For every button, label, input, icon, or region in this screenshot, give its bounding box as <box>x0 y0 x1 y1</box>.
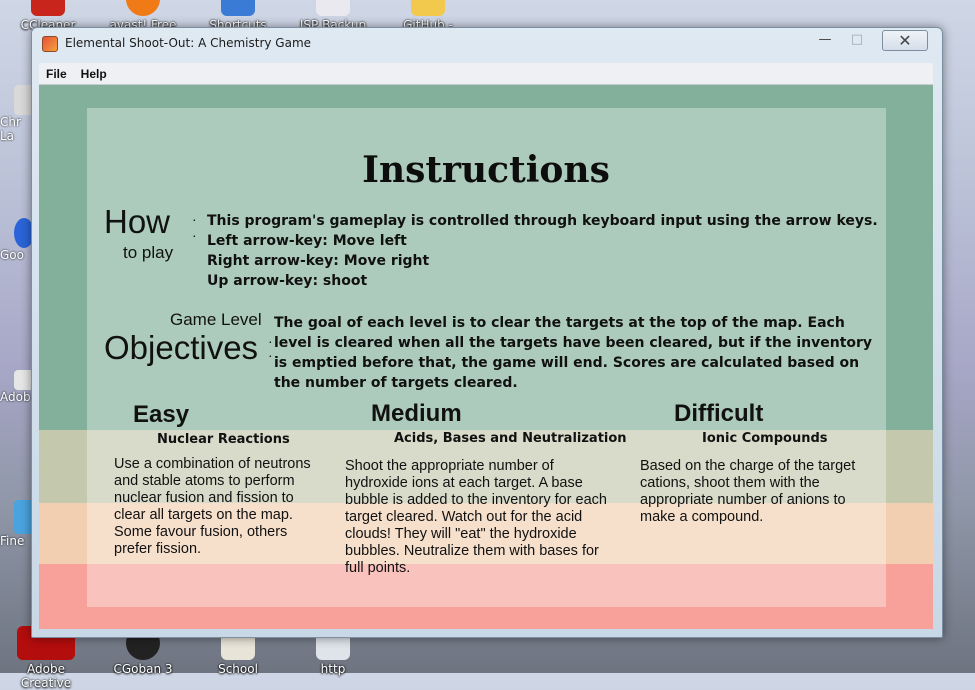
how-line: Left arrow-key: Move left <box>207 233 407 249</box>
shortcuts-folder-icon <box>221 0 255 16</box>
desktop-icon-label: http <box>320 662 346 676</box>
title-bar[interactable]: Elemental Shoot-Out: A Chemistry Game — … <box>32 28 942 58</box>
objectives-text: The goal of each level is to clear the t… <box>274 315 873 391</box>
difficulty-medium-heading: Medium <box>371 400 462 427</box>
desktop-icon-ccleaner[interactable]: CCleaner <box>8 0 88 32</box>
difficulty-medium-description: Shoot the appropriate number of hydroxid… <box>345 458 607 576</box>
maximize-button[interactable]: □ <box>844 30 870 49</box>
desktop-icon-label: Fine <box>0 534 25 548</box>
difficulty-difficult-subtitle: Ionic Compounds <box>702 431 828 446</box>
github-icon <box>411 0 445 16</box>
how-subheading: to play <box>123 243 174 262</box>
bullet-dot: · <box>192 227 197 243</box>
maximize-icon: □ <box>850 32 864 47</box>
window-title: Elemental Shoot-Out: A Chemistry Game <box>65 36 312 50</box>
game-panel: Instructions How to play · · This progra… <box>39 85 933 629</box>
menu-help[interactable]: Help <box>74 67 114 81</box>
how-line: This program's gameplay is controlled th… <box>207 213 878 229</box>
desktop-icon-label: Goo <box>0 248 24 262</box>
difficulty-easy-description: Use a combination of neutrons and stable… <box>114 456 311 557</box>
isp-backup-icon <box>316 0 350 16</box>
desktop-icon-label: Chr La <box>0 115 21 143</box>
menu-bar: File Help <box>39 63 933 85</box>
close-button[interactable]: ✕ <box>882 30 928 51</box>
minimize-icon: — <box>818 32 832 47</box>
bullet-dot: · <box>268 347 273 363</box>
how-line: Right arrow-key: Move right <box>207 253 430 269</box>
desktop-icon-avast[interactable]: avast! Free <box>103 0 183 32</box>
desktop-icon-label: School <box>218 662 258 676</box>
java-app-icon <box>42 36 58 52</box>
how-line: Up arrow-key: shoot <box>207 273 368 289</box>
avast-icon <box>126 0 160 16</box>
desktop-icon-github[interactable]: GitHub - <box>388 0 468 32</box>
instructions-title: Instructions <box>362 149 610 191</box>
desktop-icon-label: Adobe Creative <box>20 662 72 690</box>
close-icon: ✕ <box>898 31 912 50</box>
difficulty-easy-subtitle: Nuclear Reactions <box>157 432 290 447</box>
difficulty-difficult-description: Based on the charge of the target cation… <box>640 458 856 525</box>
minimize-button[interactable]: — <box>812 30 838 49</box>
how-to-play-list: This program's gameplay is controlled th… <box>207 211 878 291</box>
difficulty-medium-subtitle: Acids, Bases and Neutralization <box>394 431 627 446</box>
app-window: Elemental Shoot-Out: A Chemistry Game — … <box>31 27 943 638</box>
how-heading: How <box>104 203 171 240</box>
desktop-icon-label: Adob <box>0 390 31 404</box>
menu-file[interactable]: File <box>39 67 74 81</box>
ccleaner-icon <box>31 0 65 16</box>
difficulty-difficult-heading: Difficult <box>674 400 764 427</box>
objectives-subheading: Game Level <box>170 310 262 329</box>
objectives-heading: Objectives <box>104 329 259 366</box>
difficulty-easy-heading: Easy <box>133 401 190 428</box>
desktop-icon-label: CGoban 3 <box>113 662 173 676</box>
bullet-dot: · <box>192 211 197 227</box>
desktop-icon-shortcuts[interactable]: Shortcuts <box>198 0 278 32</box>
desktop-icon-isp-backup[interactable]: ISP Backup <box>293 0 373 32</box>
